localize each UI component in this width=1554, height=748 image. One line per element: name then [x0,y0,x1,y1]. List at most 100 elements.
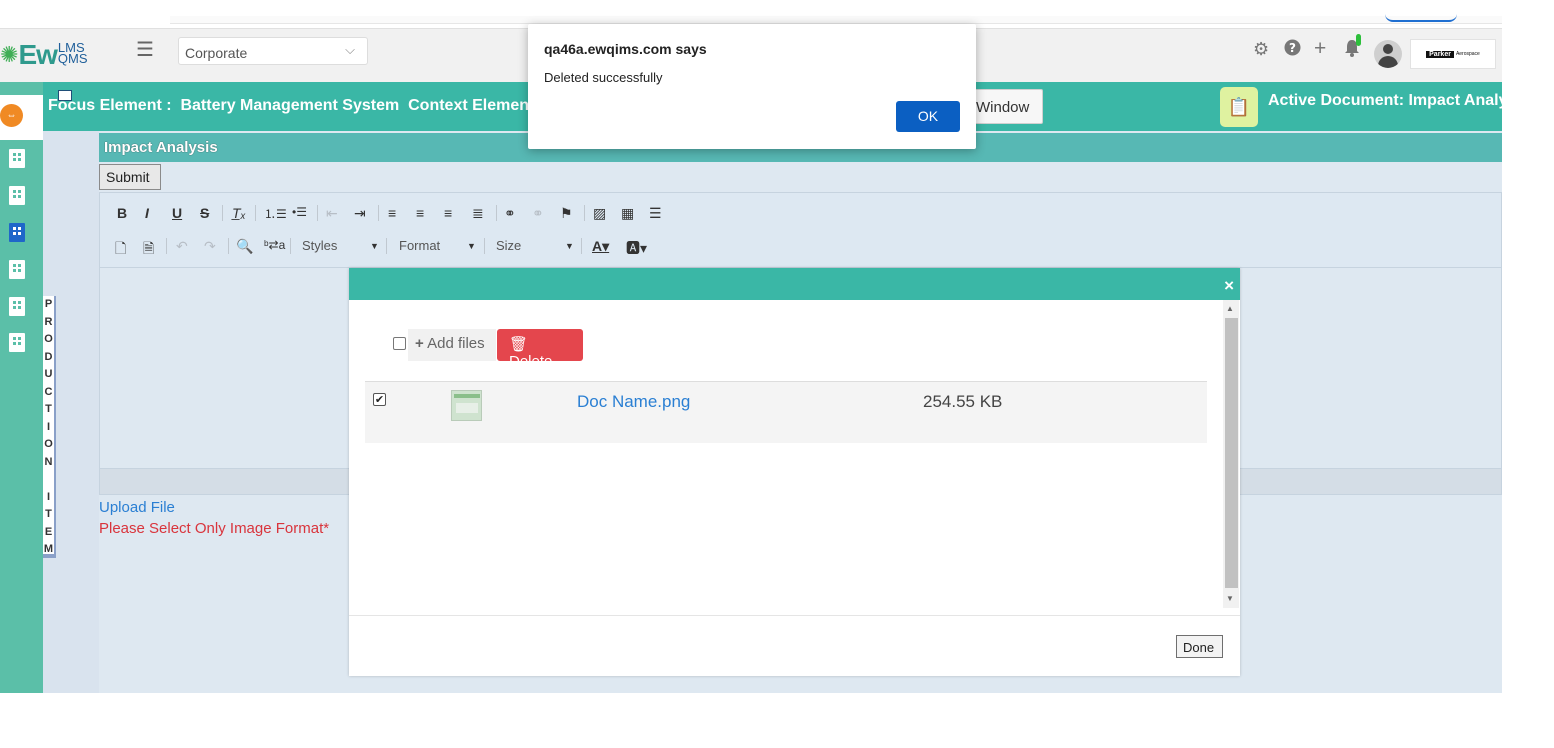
building-icon[interactable] [9,186,25,205]
close-icon[interactable]: × [1224,276,1234,296]
styles-dropdown[interactable]: Styles [302,238,337,253]
help-icon[interactable]: ? [1284,39,1301,61]
building-icon[interactable] [9,297,25,316]
replace-icon[interactable]: ᵇ⇄a [264,238,285,252]
file-checkbox[interactable]: ✔ [373,393,386,406]
align-center-icon[interactable]: ≡ [416,205,424,221]
hamburger-menu-icon[interactable]: ☰ [136,37,154,62]
table-icon[interactable]: ▦ [621,205,634,222]
submit-button[interactable]: Submit [99,164,161,190]
notification-dot [1356,34,1361,46]
toolbar-separator [584,205,585,221]
window-button[interactable]: Window [965,89,1043,124]
add-files-label: Add files [427,335,485,352]
trash-icon: 🗑 [509,336,529,353]
preview-icon[interactable]: 🗋 [115,238,126,262]
upload-file-link[interactable]: Upload File [99,499,175,516]
toolbar-separator [255,205,256,221]
file-name-link[interactable]: Doc Name.png [577,392,690,412]
toolbar-separator [581,238,582,254]
scroll-down-arrow-icon[interactable]: ▼ [1226,594,1234,603]
file-size: 254.55 KB [923,392,1003,411]
module-logo-icon[interactable]: ⇔ [0,104,23,127]
alert-dialog: qa46a.ewqims.com says Deleted successful… [528,24,976,149]
building-icon-active[interactable] [9,223,25,242]
image-format-note: Please Select Only Image Format* [99,520,330,537]
remove-format-icon[interactable]: T̲ₓ [232,205,246,221]
vertical-letter: I [46,490,51,503]
building-icon[interactable] [9,333,25,352]
select-all-checkbox[interactable] [393,337,406,350]
bold-icon[interactable]: B [117,205,127,221]
underline-icon[interactable]: U [172,205,182,221]
file-thumbnail[interactable] [451,390,482,421]
delete-button[interactable]: 🗑 Delete [497,329,583,370]
scroll-up-arrow-icon[interactable]: ▲ [1226,304,1234,313]
logo-qms: QMS [57,51,88,66]
vertical-letter: C [44,385,53,398]
ok-button[interactable]: OK [896,101,960,132]
building-icon[interactable] [9,149,25,168]
logo-burst-icon: ✺ [0,42,19,67]
add-files-button[interactable]: + Add files [408,329,496,361]
editor-toolbar: B I U S T̲ₓ ⒈☰ •☰ ⇤ ⇥ ≡ ≡ ≡ ≣ ⚭ ⚭ ⚑ ▨ ▦ … [100,193,1501,268]
horizontal-rule-icon[interactable]: ☰ [649,205,662,222]
gear-icon[interactable]: ⚙ [1253,39,1269,60]
text-color-icon[interactable]: A▾ [592,238,609,255]
focus-label: Focus Element : [48,97,172,114]
strikethrough-icon[interactable]: S [200,205,209,221]
flag-icon[interactable]: ⚑ [560,205,573,222]
user-avatar[interactable] [1374,40,1402,68]
vertical-letter: U [44,368,53,380]
toolbar-separator [166,238,167,254]
company-select[interactable]: Corporate ⌵ [178,37,368,65]
undo-icon[interactable]: ↶ [176,238,188,255]
clipboard-icon[interactable]: 📋 [1220,87,1258,127]
toolbar-separator [496,205,497,221]
image-icon[interactable]: ▨ [593,205,606,222]
redo-icon[interactable]: ↷ [204,238,216,255]
vertical-letter: R [44,315,53,328]
production-item-vertical-tab[interactable]: P R O D U C T I O N I T E M [43,296,56,558]
plus-icon[interactable]: + [1314,37,1326,61]
modal-footer-divider [349,615,1240,616]
company-select-value: Corporate [185,45,248,61]
file-row[interactable]: ✔ Doc Name.png 254.55 KB [365,381,1207,443]
align-left-icon[interactable]: ≡ [388,205,396,221]
italic-icon[interactable]: I [145,205,149,221]
plus-icon: + [415,335,424,352]
vertical-letter: T [45,403,52,415]
toolbar-separator [386,238,387,254]
bulleted-list-icon[interactable]: •☰ [292,205,307,219]
align-right-icon[interactable]: ≡ [444,205,452,221]
numbered-list-icon[interactable]: ⒈☰ [264,205,287,222]
vertical-letter [43,471,54,489]
done-button[interactable]: Done [1176,635,1223,658]
caret-down-icon: ▼ [370,241,379,251]
format-dropdown[interactable]: Format [399,238,440,253]
align-justify-icon[interactable]: ≣ [472,205,484,222]
toolbar-row-1: B I U S T̲ₓ ⒈☰ •☰ ⇤ ⇥ ≡ ≡ ≡ ≣ ⚭ ⚭ ⚑ ▨ ▦ … [100,205,1501,225]
logo-ew: Ew [18,39,57,70]
scrollbar-thumb[interactable] [1225,318,1238,588]
toolbar-separator [228,238,229,254]
caret-down-icon: ▼ [467,241,476,251]
find-icon[interactable]: 🔍 [236,238,253,255]
alert-title: qa46a.ewqims.com says [544,41,707,57]
context-label: Context Element [408,97,535,114]
indent-icon[interactable]: ⇥ [354,205,366,222]
modal-header: × [349,268,1240,300]
size-dropdown[interactable]: Size [496,238,521,253]
vertical-letter: T [45,508,52,520]
template-icon[interactable]: 🗎 [143,238,154,262]
unlink-icon[interactable]: ⚭ [532,205,544,222]
app-logo[interactable]: ✺ Ew LMS QMS [0,35,88,75]
building-icon[interactable] [9,260,25,279]
background-color-icon[interactable]: 🅰▾ [626,238,647,258]
toolbar-separator [222,205,223,221]
outdent-icon[interactable]: ⇤ [326,205,338,222]
vertical-letter: O [44,333,53,345]
brand-sub: Aerospace [1455,51,1480,57]
link-icon[interactable]: ⚭ [504,205,516,222]
brand-logo: Parker Aerospace [1410,39,1496,69]
